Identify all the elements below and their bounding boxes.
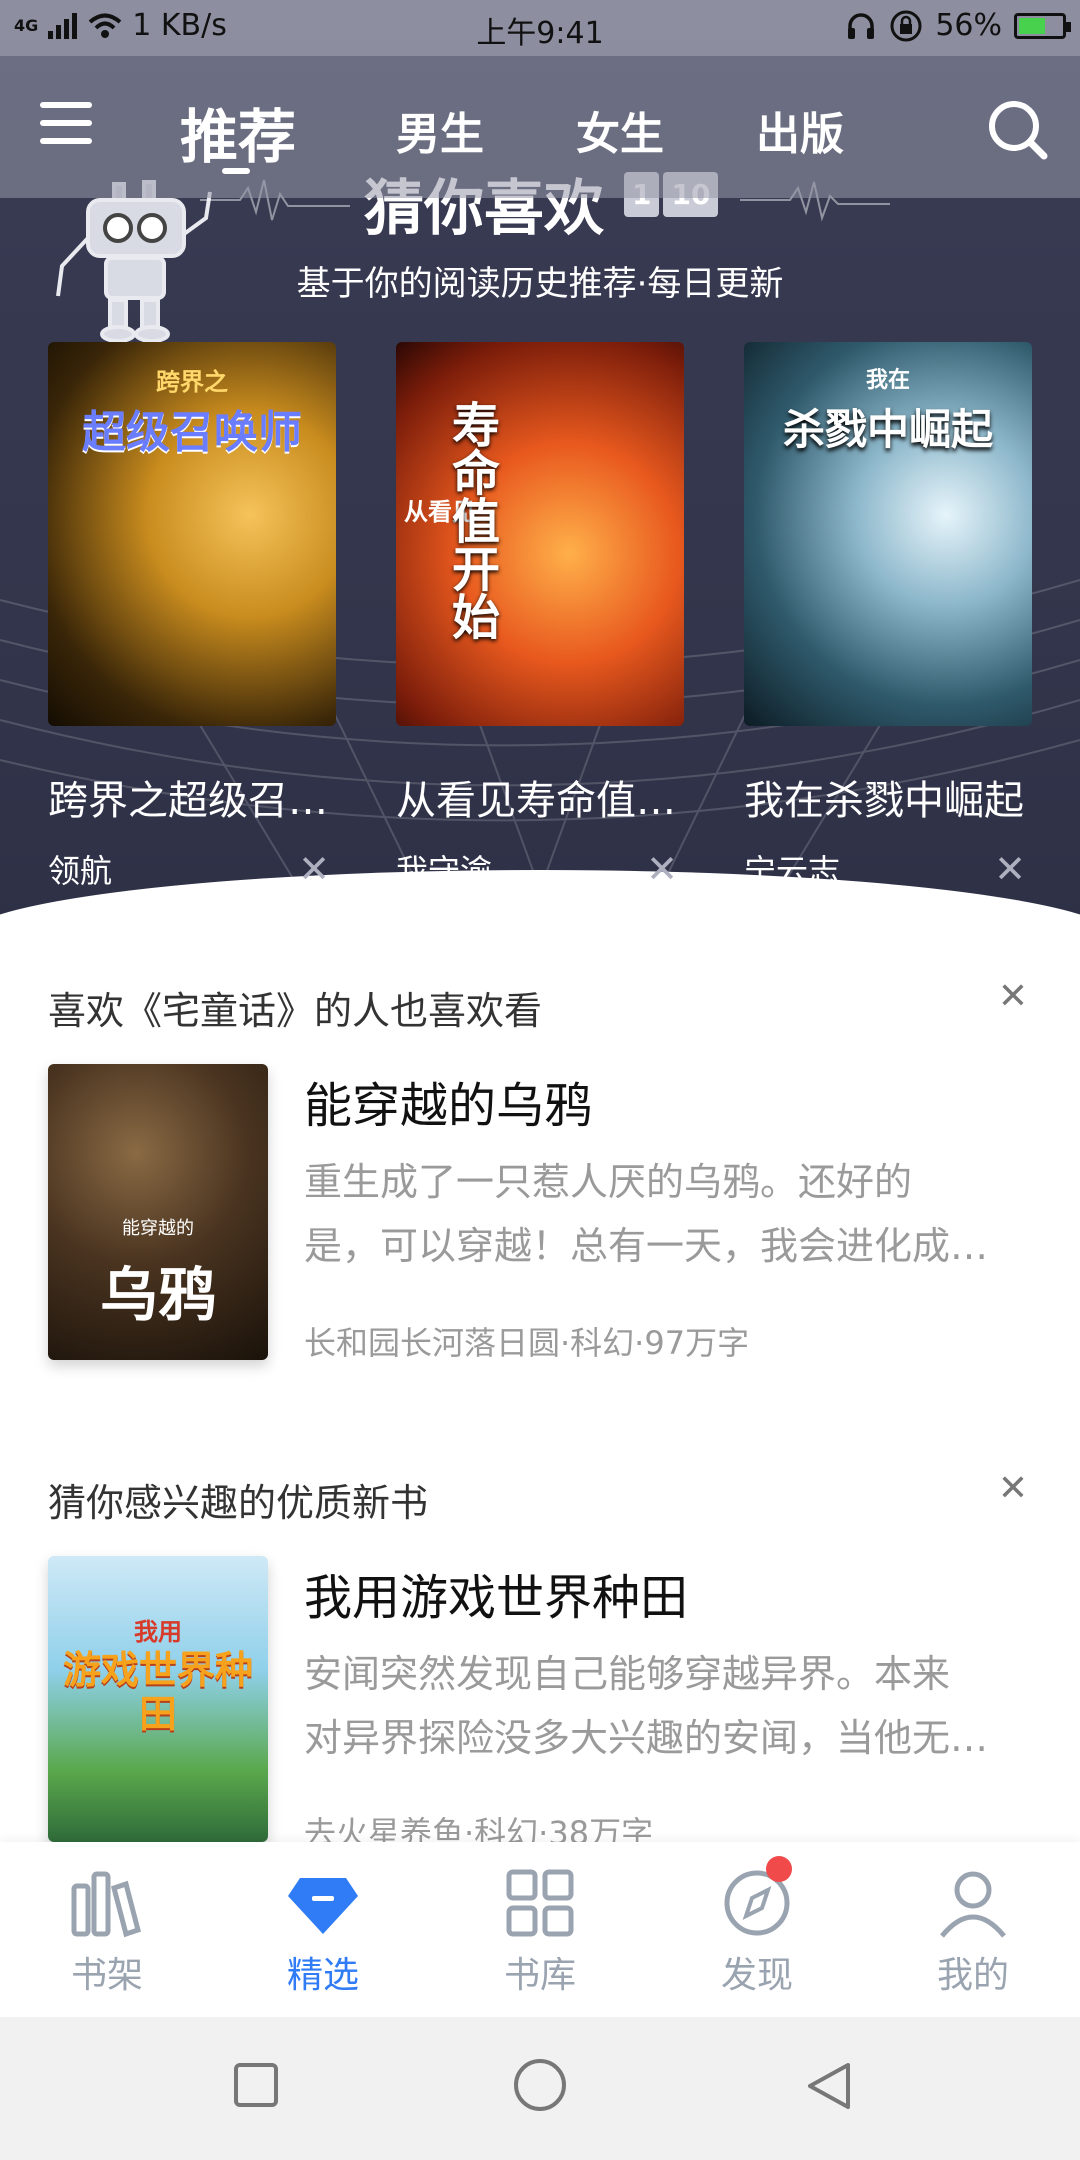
cover-text: 杀戮中崛起 [782,405,993,454]
hero-subtitle: 基于你的阅读历史推荐·每日更新 [296,264,784,304]
cover-sub-text: 能穿越的 [122,1218,194,1239]
menu-icon[interactable] [40,100,92,146]
cover-sub-text: 我用 [134,1618,182,1646]
bottom-nav: 书架 精选 书库 发现 我的 [0,1842,1080,2017]
back-icon[interactable] [804,2061,854,2111]
system-nav-bar [0,2017,1080,2160]
nav-library[interactable]: 书库 [465,1864,615,1998]
section-heading: 猜你感兴趣的优质新书 [48,1481,429,1525]
nav-featured[interactable]: 精选 [248,1864,398,1998]
close-icon[interactable]: ✕ [998,1468,1028,1509]
book-title[interactable]: 从看见寿命值… [396,768,684,826]
status-bar: 4G 1 KB/s 上午9:41 56% [0,0,1080,56]
nav-profile[interactable]: 我的 [898,1864,1048,1998]
rec-book-2[interactable]: 从看见 寿命值开始 从看见寿命值… 我守渝 ✕ [396,342,684,892]
book-title[interactable]: 我在杀戮中崛起 [744,768,1032,826]
battery-percent: 56% [935,8,1002,43]
close-icon[interactable]: ✕ [998,976,1028,1017]
search-icon[interactable] [984,96,1050,162]
book-description[interactable]: 重生成了一只惹人厌的乌鸦。还好的 是，可以穿越！总有一天，我会进化成… [304,1150,1034,1278]
tab-male[interactable]: 男生 [396,98,484,162]
active-tab-indicator [222,168,250,174]
recent-apps-icon[interactable] [232,2061,280,2109]
book-cover[interactable]: 跨界之 超级召唤师 [48,342,336,726]
rotation-lock-icon [890,10,922,41]
cover-text: 超级召唤师 [82,407,302,458]
rec-book-1[interactable]: 跨界之 超级召唤师 跨界之超级召… 领航 ✕ [48,342,336,892]
nav-label: 精选 [286,1955,359,1996]
tab-publish[interactable]: 出版 [756,98,844,162]
book-cover[interactable]: 从看见 寿命值开始 [396,342,684,726]
book-cover[interactable]: 我用 游戏世界种田 [48,1556,268,1842]
book-author: 宁云志 [744,852,841,890]
rec-book-3[interactable]: 我在 杀戮中崛起 我在杀戮中崛起 宁云志 ✕ [744,342,1032,892]
nav-label: 我的 [936,1955,1009,1996]
dismiss-icon[interactable]: ✕ [646,847,684,891]
dismiss-icon[interactable]: ✕ [994,847,1032,891]
cover-text: 乌鸦 [99,1261,216,1329]
nav-bookshelf[interactable]: 书架 [32,1864,182,1998]
top-nav [0,56,1080,198]
tab-female[interactable]: 女生 [576,98,664,162]
desc-line: 重生成了一只惹人厌的乌鸦。还好的 [304,1160,913,1204]
home-icon[interactable] [512,2057,568,2113]
grid-icon [506,1869,574,1937]
cover-text: 游戏世界种田 [62,1648,253,1736]
book-description[interactable]: 安闻突然发现自己能够穿越异界。本来 对异界探险没多大兴趣的安闻，当他无… [304,1642,1034,1770]
desc-line: 是，可以穿越！总有一天，我会进化成… [304,1224,989,1268]
cover-small-text: 跨界之 [156,368,228,396]
bookshelf-icon [71,1871,142,1938]
nav-label: 书库 [503,1955,576,1996]
diamond-icon [288,1878,358,1934]
user-icon [940,1871,1006,1938]
battery-icon [1014,12,1071,39]
headphones-icon [848,12,875,39]
section-heading: 喜欢《宅童话》的人也喜欢看 [48,989,543,1033]
book-title[interactable]: 能穿越的乌鸦 [304,1066,592,1136]
tab-recommend[interactable]: 推荐 [180,90,296,174]
book-meta: 长和园长河落日圆·科幻·97万字 [304,1324,750,1362]
book-author: 我守渝 [396,852,493,890]
nav-discover[interactable]: 发现 [682,1864,832,1998]
cover-small-text: 我在 [865,368,910,393]
cover-text: 寿命值开始 [443,400,499,640]
dismiss-icon[interactable]: ✕ [298,847,336,891]
nav-label: 书架 [70,1955,143,1996]
notification-dot [766,1856,792,1882]
book-author: 领航 [48,852,113,890]
book-title[interactable]: 我用游戏世界种田 [304,1558,688,1628]
book-cover[interactable]: 我在 杀戮中崛起 [744,342,1032,726]
book-cover[interactable]: 能穿越的 乌鸦 [48,1064,268,1360]
book-title[interactable]: 跨界之超级召… [48,768,336,826]
desc-line: 安闻突然发现自己能够穿越异界。本来 [304,1652,951,1696]
nav-label: 发现 [720,1955,793,1996]
desc-line: 对异界探险没多大兴趣的安闻，当他无… [304,1716,989,1760]
